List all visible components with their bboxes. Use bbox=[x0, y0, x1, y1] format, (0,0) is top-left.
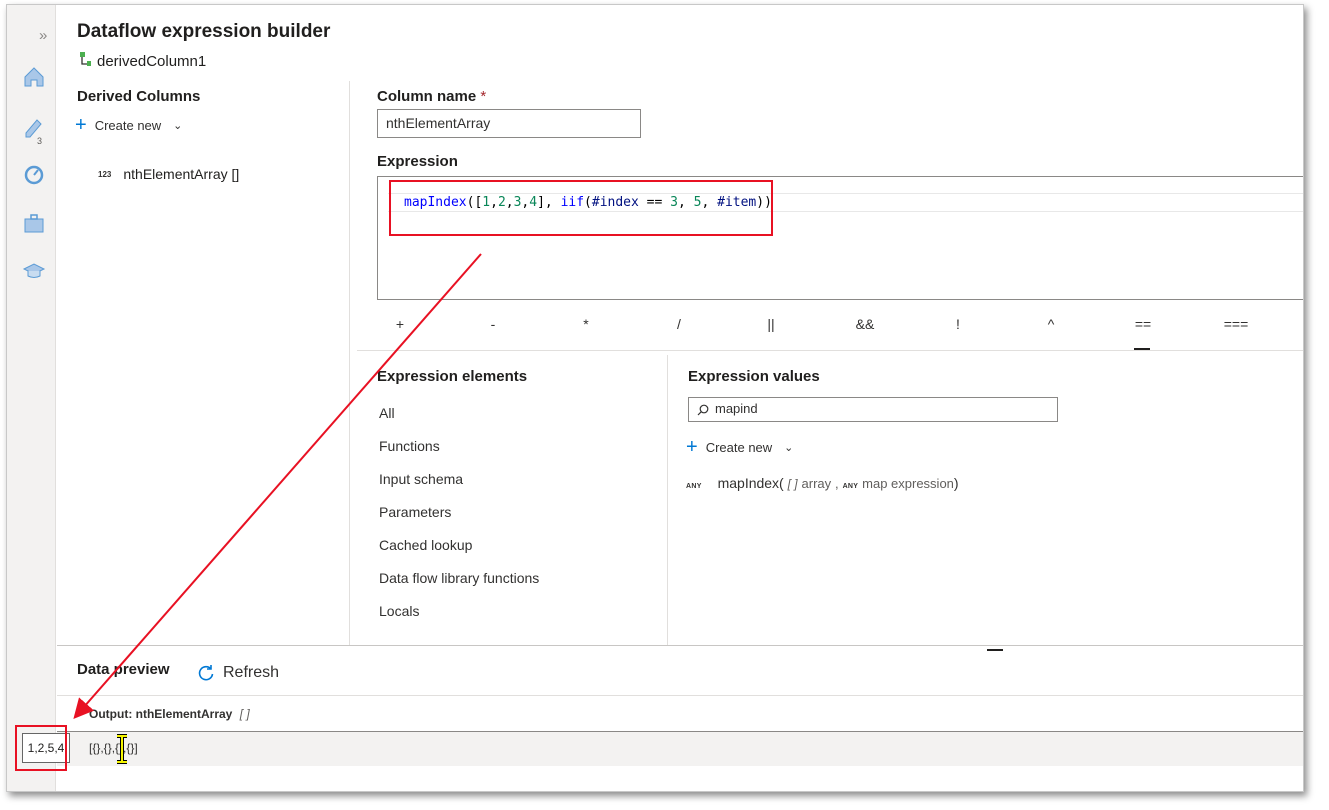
operator-button[interactable]: ! bbox=[938, 316, 978, 332]
operator-button[interactable]: && bbox=[845, 316, 885, 332]
param1-name: array bbox=[801, 476, 832, 491]
learn-icon[interactable] bbox=[22, 259, 46, 283]
operator-button[interactable]: || bbox=[751, 316, 791, 332]
required-mark: * bbox=[480, 88, 487, 105]
pencil-icon[interactable] bbox=[22, 115, 46, 139]
operator-button[interactable]: ^ bbox=[1031, 316, 1071, 332]
function-name: mapIndex( bbox=[717, 475, 784, 491]
param-separator: , bbox=[835, 476, 839, 491]
create-new-label: Create new bbox=[94, 117, 162, 133]
expression-label: Expression bbox=[377, 153, 458, 170]
pending-changes-badge: 3 bbox=[37, 136, 43, 146]
refresh-label: Refresh bbox=[223, 664, 280, 681]
element-all[interactable]: All bbox=[379, 405, 395, 421]
create-new-label: Create new bbox=[705, 439, 773, 455]
param2-name: map expression bbox=[862, 476, 954, 491]
result-callout-highlight bbox=[15, 725, 67, 771]
derived-column-label: nthElementArray [] bbox=[123, 166, 240, 182]
expression-elements-heading: Expression elements bbox=[377, 368, 528, 385]
refresh-button[interactable]: Refresh bbox=[197, 664, 279, 682]
preview-separator bbox=[57, 645, 1303, 646]
preview-header-divider bbox=[57, 695, 1303, 696]
derived-column-item[interactable]: 123 nthElementArray [] bbox=[98, 166, 239, 182]
chevron-down-icon: ⌄ bbox=[784, 441, 794, 454]
column-name-input[interactable]: nthElementArray bbox=[377, 109, 641, 138]
element-parameters[interactable]: Parameters bbox=[379, 504, 451, 520]
operator-button[interactable]: == bbox=[1123, 316, 1163, 332]
panel-divider bbox=[349, 81, 350, 645]
elements-values-divider bbox=[667, 355, 668, 645]
function-close-paren: ) bbox=[953, 475, 959, 491]
dialog-subtitle: derivedColumn1 bbox=[97, 53, 207, 70]
derived-create-new-button[interactable]: + Create new ⌄ bbox=[75, 115, 182, 135]
type-tag-numeric: 123 bbox=[98, 169, 112, 179]
derived-column-icon bbox=[80, 52, 91, 66]
dialog-title: Dataflow expression builder bbox=[77, 21, 331, 42]
left-rail: » 3 bbox=[7, 5, 56, 791]
derived-columns-heading: Derived Columns bbox=[77, 88, 201, 105]
element-cached-lookup[interactable]: Cached lookup bbox=[379, 537, 472, 553]
text-cursor-icon bbox=[117, 734, 127, 764]
resize-handle[interactable] bbox=[987, 649, 1003, 651]
refresh-icon bbox=[198, 665, 214, 681]
operator-button[interactable]: === bbox=[1216, 316, 1256, 332]
output-type: [ ] bbox=[239, 707, 250, 721]
column-name-label-text: Column name bbox=[377, 88, 477, 105]
param1-type: [ ] bbox=[787, 477, 798, 491]
monitor-icon[interactable] bbox=[22, 163, 46, 187]
operator-button[interactable]: + bbox=[380, 316, 420, 332]
param2-type-tag: ANY bbox=[842, 483, 859, 490]
operator-button[interactable]: / bbox=[659, 316, 699, 332]
operator-button[interactable]: * bbox=[566, 316, 606, 332]
data-preview-heading: Data preview bbox=[77, 661, 170, 678]
plus-icon: + bbox=[75, 114, 87, 136]
home-icon[interactable] bbox=[22, 65, 46, 89]
output-label: Output: nthElementArray bbox=[89, 707, 233, 721]
element-input-schema[interactable]: Input schema bbox=[379, 471, 463, 487]
column-name-label: Column name * bbox=[377, 88, 486, 105]
return-type-tag: ANY bbox=[686, 483, 702, 490]
function-result-mapindex[interactable]: ANY mapIndex( [ ] array , ANY map expres… bbox=[686, 475, 959, 491]
preview-cell-value[interactable]: [{},{},{},{}] bbox=[89, 741, 138, 755]
expand-rail-icon[interactable]: » bbox=[39, 27, 47, 44]
values-create-new-button[interactable]: + Create new ⌄ bbox=[686, 437, 793, 457]
expression-highlight-box bbox=[389, 180, 773, 236]
search-icon bbox=[697, 404, 709, 416]
chevron-down-icon: ⌄ bbox=[173, 119, 183, 132]
preview-row: [{},{},{},{}] bbox=[57, 731, 1303, 766]
expression-builder-dialog: » 3 Dataflow expression builder derivedC… bbox=[6, 4, 1304, 792]
plus-icon: + bbox=[686, 436, 698, 458]
element-library-functions[interactable]: Data flow library functions bbox=[379, 570, 539, 586]
section-divider bbox=[357, 350, 1303, 351]
toolbox-icon[interactable] bbox=[22, 211, 46, 235]
expression-values-heading: Expression values bbox=[688, 368, 820, 385]
element-functions[interactable]: Functions bbox=[379, 438, 440, 454]
element-locals[interactable]: Locals bbox=[379, 603, 419, 619]
output-column-header: Output: nthElementArray [ ] bbox=[89, 707, 250, 721]
operator-button[interactable]: - bbox=[473, 316, 513, 332]
values-search-input[interactable]: mapind bbox=[688, 397, 1058, 422]
